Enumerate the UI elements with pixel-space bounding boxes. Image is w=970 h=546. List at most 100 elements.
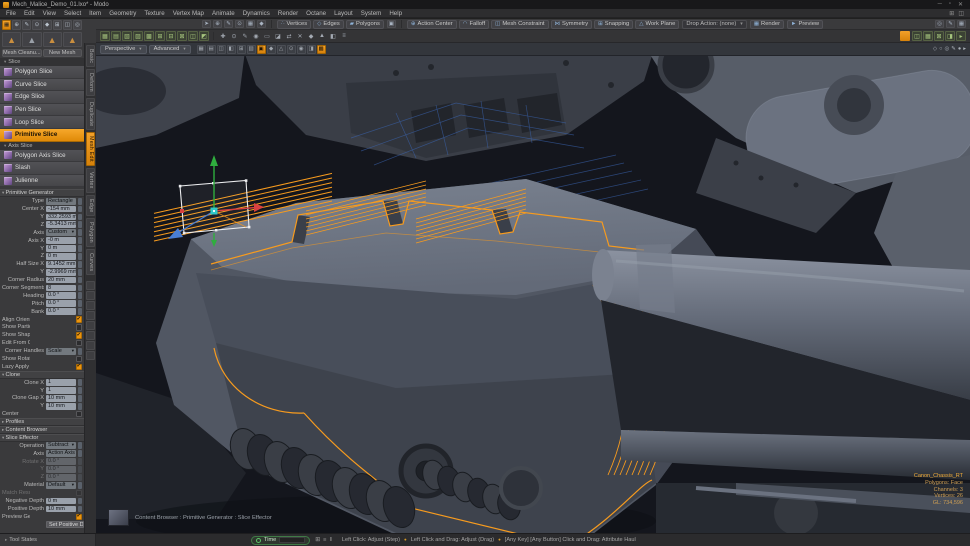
property-value[interactable]: 0.0 ° (46, 466, 76, 473)
statusbar-icon[interactable]: ≡ (323, 537, 326, 543)
viewport-toggle-icon[interactable]: ▦ (196, 44, 206, 54)
spinner-handle[interactable] (78, 505, 82, 513)
edit-tool-icon[interactable]: ◆ (306, 31, 316, 41)
property-value[interactable]: 20 mm (46, 276, 76, 284)
viewport-toggle-icon[interactable]: ▧ (246, 44, 256, 54)
edit-tool-icon[interactable]: ≡ (339, 31, 349, 41)
toolbox-category-icon[interactable]: ◫ (62, 20, 72, 30)
viewport-layout-icon[interactable]: ◫ (912, 31, 922, 41)
toolbar-toggle-button[interactable]: ◠ Falloff (458, 19, 490, 29)
tool-states-header[interactable]: Tool States (0, 534, 96, 546)
maximize-button[interactable]: ▫ (949, 1, 951, 8)
primitive-tool-icon[interactable]: ▲ (62, 32, 82, 47)
property-checkbox[interactable] (75, 513, 82, 521)
viewport-corner-icon[interactable]: ◇ (933, 46, 937, 52)
property-value[interactable]: 9.1452 mm (46, 260, 76, 268)
mech-model-scene[interactable] (96, 56, 970, 533)
content-preview-thumbnail[interactable] (108, 509, 129, 526)
menu-item[interactable]: File (6, 10, 16, 17)
spinner-handle[interactable] (78, 213, 82, 221)
property-value[interactable]: 332.2593 mm (46, 213, 76, 221)
spinner-handle[interactable] (78, 442, 82, 450)
property-checkbox[interactable] (75, 332, 82, 339)
toolbox-tab[interactable]: Duplicate (86, 98, 95, 131)
component-mode-button[interactable]: ∴ Vertices (277, 19, 312, 29)
spinner-handle[interactable] (78, 268, 82, 276)
toolbox-tab[interactable]: Vertex (86, 168, 95, 193)
edit-tool-icon[interactable]: ⊙ (229, 31, 239, 41)
property-value[interactable]: Action Axis (46, 450, 76, 458)
property-value[interactable]: Scale (46, 347, 76, 355)
toolbox-category-icon[interactable]: ⊙ (32, 20, 42, 30)
viewport-layout-icon[interactable]: ▸ (956, 31, 966, 41)
viewport-toggle-icon[interactable]: ▤ (206, 44, 216, 54)
mesh-action-button[interactable]: Mesh Cleanu... (2, 49, 42, 57)
3d-viewport[interactable]: Perspective Advanced ▦▤◫◧⊞▧▣◆△⊙◉◨▩ ◇○◎✎●… (96, 43, 970, 533)
tool-list-row[interactable]: Loop Slice (0, 116, 84, 129)
property-value[interactable]: 1 (46, 379, 76, 387)
tab-cell[interactable] (86, 291, 95, 301)
edit-tool-icon[interactable]: ◪ (273, 31, 283, 41)
menu-item[interactable]: Vertex Map (173, 10, 204, 17)
toolbox-category-icon[interactable]: ◆ (42, 20, 52, 30)
statusbar-icon[interactable]: ⊞ (315, 537, 320, 543)
spinner-handle[interactable] (78, 395, 82, 402)
tool-list-row[interactable]: Curve Slice (0, 78, 84, 92)
primitive-tool-icon[interactable]: ▲ (22, 32, 42, 47)
edit-tool-icon[interactable]: ✕ (295, 31, 305, 41)
toolbox-tab[interactable]: Polygon (86, 218, 95, 247)
property-value[interactable]: 10 mm (46, 402, 76, 410)
spinner-handle[interactable] (78, 379, 82, 387)
render-button[interactable]: ▦ Render (749, 19, 785, 29)
toolbar-icon[interactable]: ✎ (224, 20, 233, 28)
tool-list-row[interactable]: Axis Slice (0, 141, 84, 150)
spinner-handle[interactable] (78, 497, 82, 505)
tab-cell[interactable] (86, 311, 95, 321)
spinner-handle[interactable] (78, 237, 82, 245)
property-value[interactable]: Rectangle (46, 197, 76, 205)
tool-list-row[interactable]: Slice (0, 58, 84, 66)
property-checkbox[interactable] (75, 339, 82, 347)
tool-list-row[interactable]: Primitive Slice (0, 128, 84, 142)
property-value[interactable]: 0 m (46, 245, 76, 252)
toolbox-category-icon[interactable]: ⊕ (12, 20, 22, 30)
toolbox-category-icon[interactable]: ⊞ (52, 20, 62, 30)
toolbox-category-icon[interactable]: ▦ (2, 20, 12, 30)
edit-tool-icon[interactable]: ▲ (317, 31, 327, 41)
menu-item[interactable]: View (43, 10, 56, 17)
tab-cell[interactable] (86, 351, 95, 361)
spinner-handle[interactable] (78, 284, 82, 292)
property-checkbox[interactable] (75, 363, 82, 371)
property-value[interactable]: 0.0 ° (46, 292, 76, 300)
property-value[interactable]: 0 m (46, 497, 76, 505)
spinner-handle[interactable] (78, 402, 82, 410)
tab-cell[interactable] (86, 281, 95, 291)
menu-item[interactable]: Layout (334, 10, 353, 17)
edit-tool-icon[interactable]: ✎ (240, 31, 250, 41)
toolbar-icon[interactable]: ▦ (246, 20, 255, 28)
menu-item[interactable]: System (361, 10, 382, 17)
spinner-handle[interactable] (78, 458, 82, 465)
tab-cell[interactable] (86, 321, 95, 331)
edit-tool-icon[interactable]: ⇄ (284, 31, 294, 41)
toolbar-right-icon[interactable]: ✎ (946, 20, 955, 28)
property-checkbox[interactable] (75, 316, 82, 323)
toolbox-tab[interactable]: Deform (86, 69, 95, 97)
property-value[interactable]: -5.3413 mm (46, 221, 76, 229)
spinner-handle[interactable] (78, 308, 82, 316)
viewport-corner-icon[interactable]: ▸ (963, 46, 966, 52)
spinner-handle[interactable] (78, 197, 82, 205)
preview-button[interactable]: ► Preview (787, 19, 824, 29)
viewport-toggle-icon[interactable]: ⊙ (286, 44, 296, 54)
toolbar-icon[interactable]: ◆ (257, 20, 266, 28)
toolbox-tab[interactable]: Curves (86, 248, 95, 276)
spinner-handle[interactable] (78, 473, 82, 481)
tool-list-row[interactable]: Slash (0, 162, 84, 175)
toolbar-icon[interactable]: ➤ (202, 20, 211, 28)
component-mode-button[interactable]: ◇ Edges (313, 19, 344, 29)
toolbox-tab[interactable]: Edge (86, 194, 95, 216)
viewport-layout-icon[interactable]: ◨ (945, 31, 955, 41)
spinner-handle[interactable] (78, 292, 82, 300)
toolbar-right-icon[interactable]: ◎ (935, 20, 944, 28)
mesh-action-button[interactable]: New Mesh (42, 49, 82, 57)
